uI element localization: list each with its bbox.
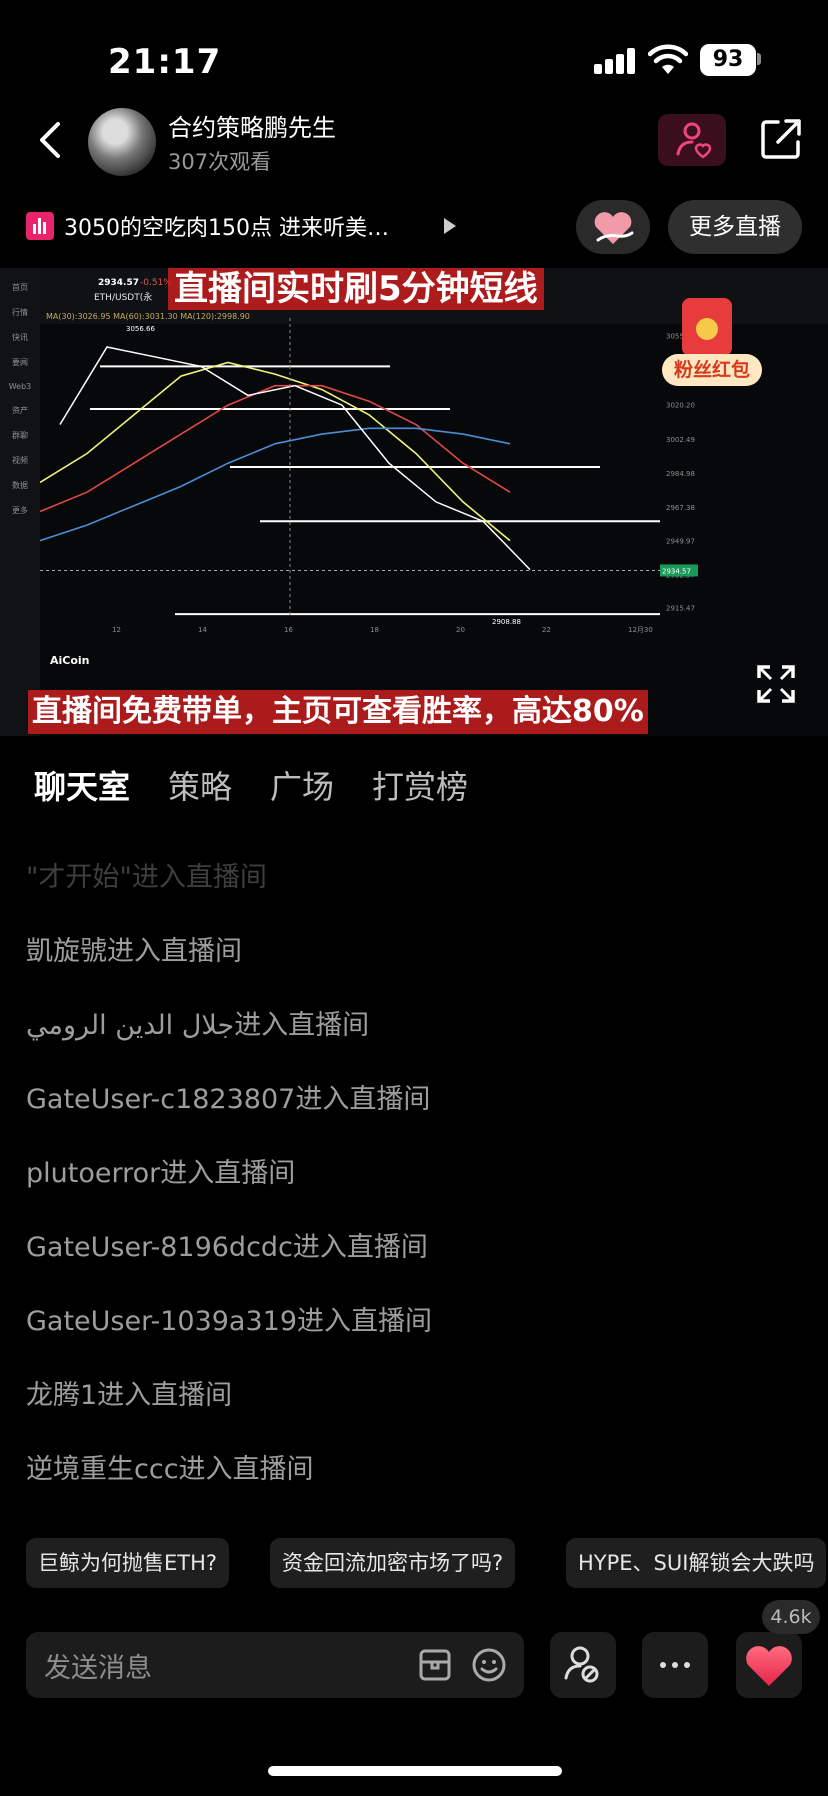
host-name[interactable]: 合约策略鹏先生 (168, 108, 336, 143)
message-input[interactable]: 发送消息 (26, 1632, 524, 1698)
chat-message: 凱旋號进入直播间 (26, 936, 242, 967)
suggestion-chip[interactable]: 巨鲸为何抛售ETH? (26, 1538, 230, 1588)
x-tick-label: 12月30 (628, 626, 653, 634)
high-price-label: 3056.66 (126, 325, 155, 333)
signal-icon (594, 48, 636, 74)
low-price-label: 2908.88 (492, 618, 521, 626)
battery-level: 93 (700, 44, 756, 76)
red-packet-label: 粉丝红包 (662, 354, 762, 386)
x-tick-label: 12 (112, 626, 121, 634)
bar-chart-icon (26, 212, 54, 240)
x-tick-label: 16 (284, 626, 293, 634)
topic-text[interactable]: 3050的空吃肉150点 进来听美… (64, 210, 389, 242)
battery-tip (757, 53, 761, 65)
status-bar: 21:17 93 (0, 0, 828, 110)
coin-icon (696, 318, 718, 340)
suggestion-chip[interactable]: HYPE、SUI解锁会大跌吗 (566, 1538, 827, 1588)
share-icon[interactable] (758, 116, 804, 162)
red-packet-button[interactable]: 粉丝红包 (662, 298, 762, 388)
y-tick-label: 2984.98 (666, 470, 695, 478)
x-tick-label: 22 (542, 626, 551, 634)
tab-square[interactable]: 广场 (270, 762, 334, 808)
follow-button[interactable] (658, 114, 726, 166)
x-tick-label: 14 (198, 626, 207, 634)
view-count: 307次观看 (168, 150, 272, 174)
message-placeholder: 发送消息 (44, 1653, 152, 1684)
chat-message: GateUser-1039a319进入直播间 (26, 1306, 433, 1337)
sticker-box-icon[interactable] (416, 1646, 454, 1684)
more-dots-icon (660, 1662, 690, 1668)
wifi-icon (648, 44, 688, 74)
overlay-bottom-caption: 直播间免费带单，主页可查看胜率，高达80% (28, 690, 648, 734)
suggestion-chip[interactable]: 资金回流加密市场了吗? (270, 1538, 516, 1588)
user-settings-icon (564, 1646, 599, 1683)
user-mute-button[interactable] (550, 1632, 616, 1698)
chart-symbol: ETH/USDT(永 (94, 293, 153, 303)
heart-icon (746, 1646, 792, 1686)
chat-message: GateUser-c1823807进入直播间 (26, 1084, 431, 1115)
ma-line (40, 384, 511, 513)
y-tick-label: 3020.20 (666, 402, 695, 410)
like-button[interactable] (736, 1632, 802, 1698)
home-indicator[interactable] (268, 1766, 562, 1776)
current-price-label: 2934.57 (662, 567, 691, 575)
fullscreen-icon[interactable] (756, 664, 796, 704)
chat-message: plutoerror进入直播间 (26, 1158, 296, 1189)
tab-rewards[interactable]: 打赏榜 (372, 762, 468, 808)
status-time: 21:17 (108, 42, 222, 82)
chat-message: 逆境重生ccc进入直播间 (26, 1454, 314, 1485)
ma-line (40, 427, 511, 542)
tab-chat[interactable]: 聊天室 (34, 762, 130, 808)
x-tick-label: 18 (370, 626, 379, 634)
chart-app-sidebar: 首页 行情 快讯 要闻 Web3 资产 群聊 视频 数据 更多 (0, 268, 40, 736)
y-tick-label: 2967.38 (666, 504, 695, 512)
chart-price: 2934.57 (98, 278, 139, 288)
back-icon[interactable] (30, 118, 70, 162)
suggestion-chips: 巨鲸为何抛售ETH? 资金回流加密市场了吗? HYPE、SUI解锁会大跌吗 (0, 1538, 828, 1588)
more-live-button[interactable]: 更多直播 (668, 200, 802, 254)
heart-hand-icon (594, 212, 634, 244)
overlay-top-caption: 直播间实时刷5分钟短线 (168, 268, 544, 310)
emoji-icon[interactable] (470, 1646, 508, 1684)
play-icon[interactable] (444, 218, 456, 234)
like-count: 4.6k (762, 1600, 820, 1634)
chat-message: GateUser-8196dcdc进入直播间 (26, 1232, 428, 1263)
more-options-button[interactable] (642, 1632, 708, 1698)
y-tick-label: 3002.49 (666, 436, 695, 444)
aicoin-watermark: AiCoin (50, 654, 90, 667)
chat-message: "才开始"进入直播间 (26, 862, 267, 893)
chat-message: جلال الدين الرومي进入直播间 (26, 1010, 370, 1041)
host-avatar[interactable] (88, 108, 156, 176)
chat-message: 龙腾1进入直播间 (26, 1380, 233, 1411)
heart-gift-button[interactable] (576, 200, 650, 254)
price-chart: 3055.943038.023020.203002.492984.982967.… (40, 318, 698, 634)
x-tick-label: 20 (456, 626, 465, 634)
y-tick-label: 2915.47 (666, 604, 695, 612)
y-tick-label: 2949.97 (666, 538, 695, 546)
tab-strategy[interactable]: 策略 (168, 762, 232, 808)
live-video[interactable]: 首页 行情 快讯 要闻 Web3 资产 群聊 视频 数据 更多 ETH/USDT(永 2934.5… (0, 268, 828, 736)
tab-bar: 聊天室 策略 广场 打赏榜 (0, 750, 828, 814)
follow-heart-person-icon (676, 122, 712, 159)
